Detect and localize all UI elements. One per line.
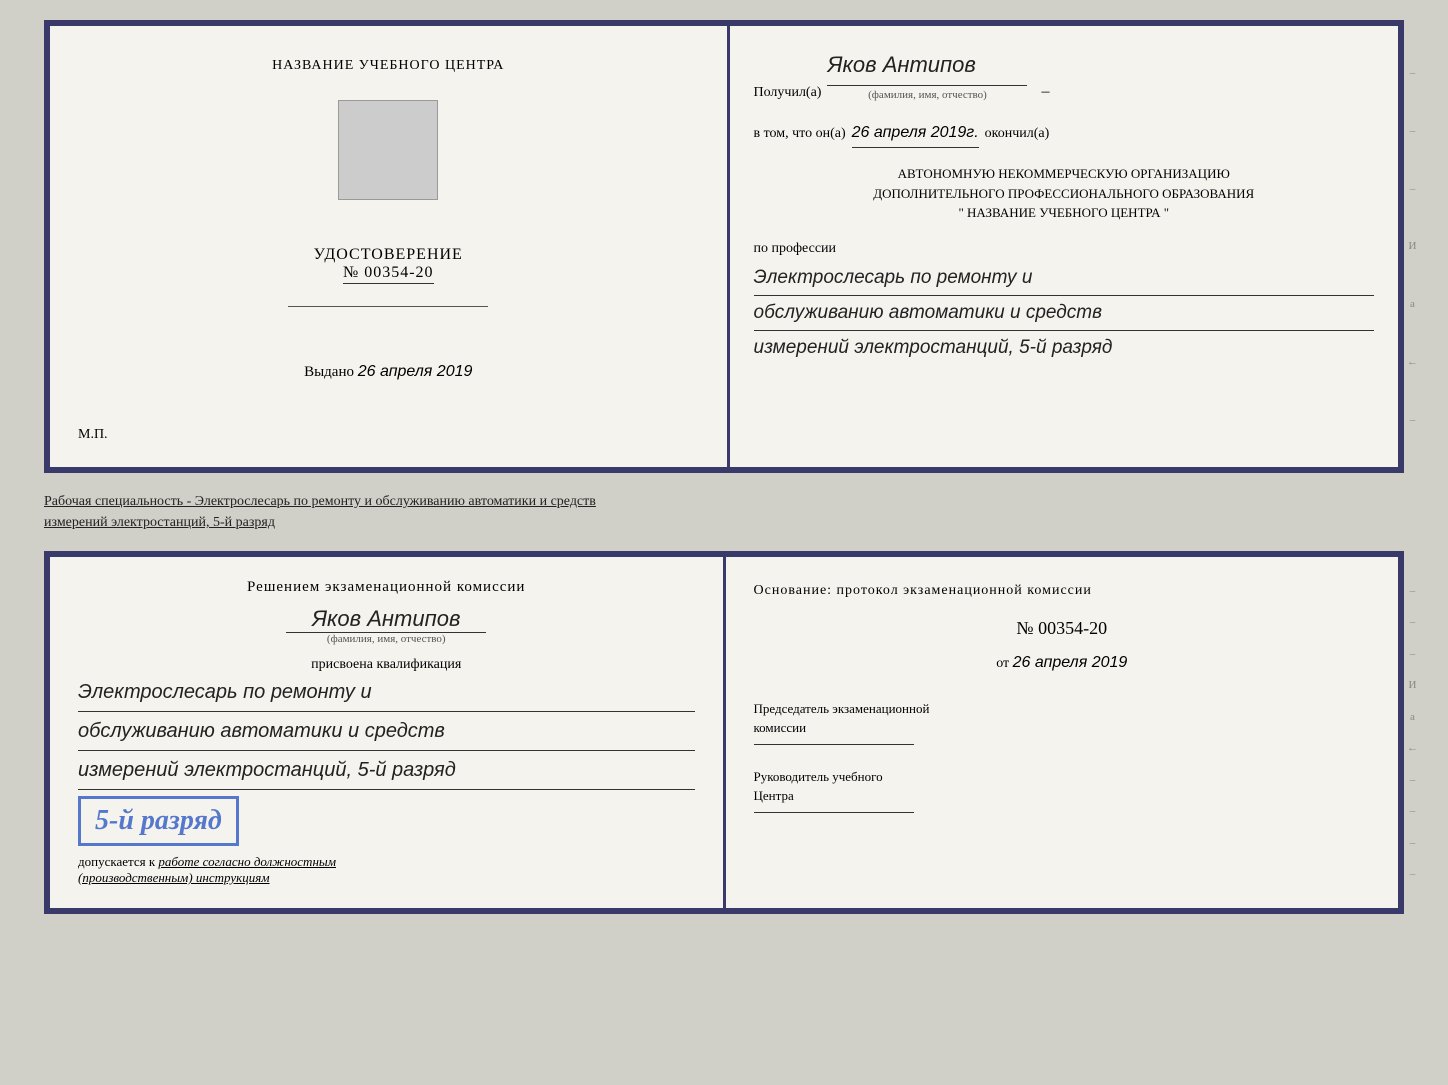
vtom-row: в том, что он(а) 26 апреля 2019г. окончи… <box>754 119 1375 148</box>
protocol-number: № 00354-20 <box>754 613 1371 644</box>
predsedatel-block: Председатель экзаменационной комиссии <box>754 699 1371 745</box>
dopuskaetsya-text2: (производственным) инструкциям <box>78 870 270 885</box>
top-center-name: НАЗВАНИЕ УЧЕБНОГО ЦЕНТРА <box>272 56 504 74</box>
bottom-name-block: Яков Антипов (фамилия, имя, отчество) <box>78 606 695 645</box>
org-name: НАЗВАНИЕ УЧЕБНОГО ЦЕНТРА <box>967 205 1160 220</box>
mp-label: М.П. <box>78 427 108 443</box>
bottom-doc-left: Решением экзаменационной комиссии Яков А… <box>50 557 726 908</box>
profession-line3: измерений электростанций, 5-й разряд <box>754 337 1113 358</box>
org-block: АВТОНОМНУЮ НЕКОММЕРЧЕСКУЮ ОРГАНИЗАЦИЮ ДО… <box>754 164 1375 223</box>
qual-line2: обслуживанию автоматики и средств <box>78 712 695 751</box>
dopuskaetsya-label: допускается к <box>78 854 155 869</box>
razryad-badge: 5-й разряд <box>78 796 239 846</box>
udostoverenie-title: УДОСТОВЕРЕНИЕ № 00354-20 <box>314 246 463 282</box>
bottom-document: Решением экзаменационной комиссии Яков А… <box>44 551 1404 914</box>
right-edge-marks: – – – И а ← – <box>1407 26 1418 467</box>
vydano-row: Выдано 26 апреля 2019 <box>304 363 472 381</box>
osnovanie-title: Основание: протокол экзаменационной коми… <box>754 579 1371 603</box>
okonchil-label: окончил(а) <box>985 122 1050 146</box>
qual-line3: измерений электростанций, 5-й разряд <box>78 751 695 790</box>
ot-date: 26 апреля 2019 <box>1013 654 1128 671</box>
rukovoditel-line2: Центра <box>754 786 1371 806</box>
rukovoditel-signature-line <box>754 812 914 813</box>
top-doc-right: Получил(а) Яков Антипов (фамилия, имя, о… <box>730 26 1399 467</box>
qual-line1: Электрослесарь по ремонту и <box>78 673 695 712</box>
fio-sublabel-top: (фамилия, имя, отчество) <box>868 86 987 105</box>
bottom-right-edge-marks: – – – И а ← – – – – <box>1407 557 1418 908</box>
dopuskaetsya-text: работе согласно должностным <box>158 854 336 869</box>
received-row: Получил(а) Яков Антипов (фамилия, имя, о… <box>754 46 1375 105</box>
qualification-block: Электрослесарь по ремонту и обслуживанию… <box>78 673 695 790</box>
vydano-date: 26 апреля 2019 <box>358 363 473 380</box>
bottom-doc-right: Основание: протокол экзаменационной коми… <box>726 557 1399 908</box>
resheniem-title: Решением экзаменационной комиссии <box>78 579 695 596</box>
rukovoditel-line1: Руководитель учебного <box>754 767 1371 787</box>
udostoverenie-number: № 00354-20 <box>343 264 434 284</box>
rukovoditel-block: Руководитель учебного Центра <box>754 767 1371 813</box>
org-name-row: " НАЗВАНИЕ УЧЕБНОГО ЦЕНТРА " <box>754 203 1375 223</box>
between-text-line2: измерений электростанций, 5-й разряд <box>44 515 275 530</box>
fio-sublabel-bottom: (фамилия, имя, отчество) <box>78 633 695 645</box>
top-document: НАЗВАНИЕ УЧЕБНОГО ЦЕНТРА УДОСТОВЕРЕНИЕ №… <box>44 20 1404 473</box>
predsedatel-line2: комиссии <box>754 718 1371 738</box>
po-professii-label: по профессии <box>754 237 1375 261</box>
bottom-recipient-name: Яков Антипов <box>286 606 486 633</box>
ot-row: от 26 апреля 2019 <box>754 649 1371 676</box>
ot-label: от <box>996 656 1009 671</box>
recipient-name: Яков Антипов <box>827 46 1027 86</box>
dopuskaetsya-block: допускается к работе согласно должностны… <box>78 854 695 886</box>
org-line2: ДОПОЛНИТЕЛЬНОГО ПРОФЕССИОНАЛЬНОГО ОБРАЗО… <box>754 184 1375 204</box>
prisvoena-label: присвоена квалификация <box>78 657 695 673</box>
predsedatel-line1: Председатель экзаменационной <box>754 699 1371 719</box>
org-line1: АВТОНОМНУЮ НЕКОММЕРЧЕСКУЮ ОРГАНИЗАЦИЮ <box>754 164 1375 184</box>
profession-line1: Электрослесарь по ремонту и <box>754 261 1375 296</box>
completion-date: 26 апреля 2019г. <box>852 119 979 148</box>
predsedatel-signature-line <box>754 744 914 745</box>
vtom-label: в том, что он(а) <box>754 122 846 146</box>
poluchil-label: Получил(а) <box>754 81 822 105</box>
stamp-placeholder <box>338 100 438 200</box>
between-docs-text: Рабочая специальность - Электрослесарь п… <box>44 491 1404 533</box>
profession-block: Электрослесарь по ремонту и обслуживанию… <box>754 261 1375 366</box>
profession-line2: обслуживанию автоматики и средств <box>754 296 1375 331</box>
top-doc-left: НАЗВАНИЕ УЧЕБНОГО ЦЕНТРА УДОСТОВЕРЕНИЕ №… <box>50 26 730 467</box>
between-text-line1: Рабочая специальность - Электрослесарь п… <box>44 494 596 509</box>
